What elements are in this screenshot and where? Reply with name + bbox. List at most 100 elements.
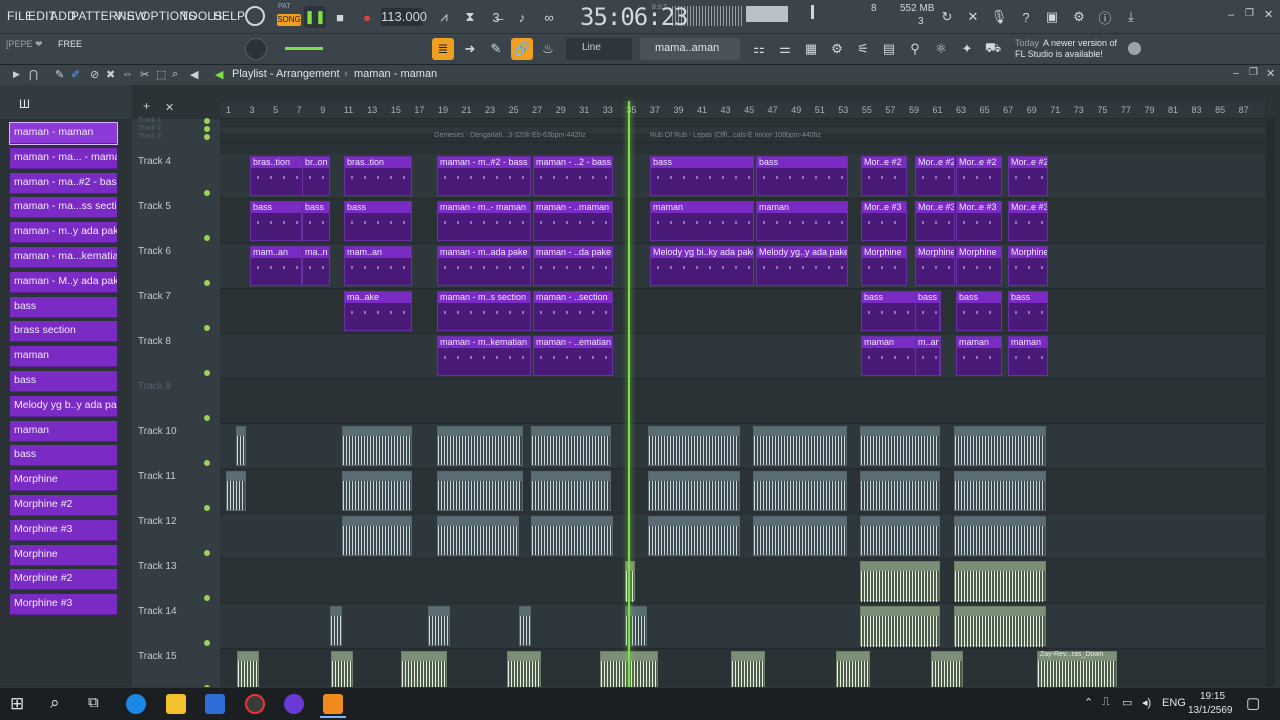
notification-icon[interactable]: ▢ <box>1246 694 1260 712</box>
pattern-clip[interactable]: Mor..e #2 <box>1008 156 1048 196</box>
audio-clip[interactable] <box>331 651 353 687</box>
shop-icon[interactable]: ⛟ <box>982 38 1004 60</box>
picker-item[interactable]: Melody yg b..y ada pake <box>10 395 117 417</box>
pattern-selector[interactable]: mama..aman <box>640 38 740 60</box>
pattern-clip[interactable]: Morphine <box>1008 246 1048 286</box>
audio-clip[interactable] <box>507 651 541 687</box>
pattern-clip[interactable]: m..an <box>915 336 940 376</box>
picker-item[interactable]: maman - ma..#2 - bass <box>10 172 117 194</box>
master-pitch-slider[interactable] <box>285 47 323 50</box>
audio-clip-label[interactable]: Gemeses - Dengarlah...3-320k-Eb-63bpm-44… <box>434 132 586 139</box>
track-lane[interactable] <box>220 379 1265 424</box>
audio-clip[interactable] <box>954 606 1046 647</box>
track-lane[interactable] <box>220 119 1265 127</box>
file-explorer-icon[interactable] <box>166 694 186 714</box>
pattern-clip[interactable]: Morphine <box>861 246 907 286</box>
audio-clip[interactable] <box>860 516 940 556</box>
audio-clip-label[interactable]: Rub Of Rub - Lepas (Offi...cals-E minor-… <box>650 132 821 139</box>
audio-clip[interactable] <box>954 561 1046 602</box>
pattern-clip[interactable]: bass <box>302 201 330 241</box>
search-icon[interactable]: ⌕ <box>50 693 60 713</box>
edison-icon[interactable]: ✦ <box>956 38 978 60</box>
playlist-toggle-icon[interactable]: ◀ <box>215 68 223 81</box>
pattern-clip[interactable]: maman - ..da pake <box>533 246 613 286</box>
magnet-icon[interactable]: ⋂ <box>29 68 38 81</box>
news-text[interactable]: A newer version of <box>1043 38 1117 48</box>
audio-clip[interactable] <box>860 561 940 602</box>
panic-icon[interactable]: ✕ <box>962 6 984 28</box>
track-mute-led[interactable] <box>204 595 210 601</box>
pencil-icon[interactable]: ✎ <box>55 68 64 81</box>
picker-item[interactable]: Morphine #3 <box>10 594 117 616</box>
vertical-scrollbar[interactable] <box>1266 119 1275 687</box>
audio-clip[interactable] <box>753 426 847 466</box>
track-name[interactable]: Track 11 <box>138 471 176 482</box>
pattern-clip[interactable]: bras..tion <box>344 156 412 196</box>
audio-clip[interactable] <box>342 471 412 511</box>
chrome-icon[interactable] <box>245 694 265 714</box>
audio-clip[interactable] <box>860 606 940 647</box>
clock-date[interactable]: 13/1/2569 <box>1188 705 1233 716</box>
tray-chevron-icon[interactable]: ⌃ <box>1084 696 1093 709</box>
pattern-clip[interactable]: bass <box>915 291 940 331</box>
playlist-menu-arrow-icon[interactable]: ▶ <box>13 69 20 80</box>
menu-help[interactable]: HELP <box>213 9 245 23</box>
piano-roll-icon[interactable]: ▦ <box>800 38 822 60</box>
paint-icon[interactable]: ✐ <box>71 68 80 81</box>
audio-clip[interactable] <box>226 471 246 511</box>
picker-item[interactable]: Morphine #2 <box>10 495 117 516</box>
pattern-clip[interactable]: ma..ake <box>344 291 412 331</box>
pattern-clip[interactable]: maman <box>1008 336 1048 376</box>
pattern-clip[interactable]: maman - ..ematian <box>533 336 613 376</box>
track-name[interactable]: Track 6 <box>138 246 171 257</box>
slice-icon[interactable]: ✂ <box>140 68 149 81</box>
pattern-clip[interactable]: maman <box>956 336 1002 376</box>
pattern-clip[interactable]: maman - ..2 - bass <box>533 156 613 196</box>
close-button[interactable]: ✕ <box>1264 8 1273 21</box>
pause-button[interactable]: ❚❚ <box>304 6 326 28</box>
add-track-icon[interactable]: + <box>143 99 150 113</box>
audio-clip[interactable] <box>237 651 259 687</box>
task-view-icon[interactable]: ⧉ <box>88 694 99 711</box>
picker-view-icon[interactable]: Ш <box>19 97 30 111</box>
plugin-picker-icon[interactable]: ⚟ <box>852 38 874 60</box>
track-name[interactable]: Track 7 <box>138 291 171 302</box>
pattern-clip[interactable]: maman - m..ada pake <box>437 246 531 286</box>
audio-clip[interactable] <box>437 471 523 511</box>
snap-select[interactable]: Line <box>566 38 632 60</box>
audio-clip[interactable] <box>437 516 519 556</box>
track-name[interactable]: Track 14 <box>138 606 177 617</box>
pattern-clip[interactable]: mam..an <box>250 246 302 286</box>
volume-icon[interactable]: ◂) <box>1142 696 1151 709</box>
pattern-clip[interactable]: maman - m..kematian <box>437 336 531 376</box>
playback-icon[interactable]: ◀ <box>190 68 198 81</box>
channel-rack-icon[interactable]: ⚌ <box>774 38 796 60</box>
record-audio-icon[interactable]: ⚛ <box>930 38 952 60</box>
playlist-restore-button[interactable]: ❐ <box>1249 67 1258 78</box>
pattern-clip[interactable]: Mor..e #2 <box>956 156 1002 196</box>
picker-item[interactable]: maman - maman <box>9 122 118 145</box>
track-name[interactable]: Track 9 <box>138 381 171 392</box>
track-name[interactable]: Track 8 <box>138 336 171 347</box>
track-mute-led[interactable] <box>204 640 210 646</box>
edge-icon[interactable] <box>126 694 146 714</box>
track-lane[interactable] <box>220 559 1265 604</box>
browser-icon[interactable]: ⚙ <box>826 38 848 60</box>
store-icon[interactable] <box>205 694 225 714</box>
audio-clip[interactable] <box>531 516 613 556</box>
app-icon[interactable] <box>284 694 304 714</box>
pattern-clip[interactable]: bass <box>756 156 848 196</box>
track-mute-led[interactable] <box>204 118 210 124</box>
draw-tool-icon[interactable]: ✎ <box>485 38 507 60</box>
pattern-clip[interactable]: maman - m..#2 - bass <box>437 156 531 196</box>
picker-item[interactable]: Morphine <box>10 470 117 492</box>
pattern-clip[interactable]: maman - ..maman <box>533 201 613 241</box>
playlist-view-icon[interactable]: ≣ <box>432 38 454 60</box>
metronome-icon[interactable]: ⩘ <box>433 6 455 28</box>
audio-clip-label[interactable]: Zay-Rev...ras_Down <box>1040 651 1103 658</box>
fl-studio-icon[interactable] <box>323 694 343 714</box>
pattern-clip[interactable]: br..on <box>302 156 330 196</box>
clock-time[interactable]: 19:15 <box>1200 691 1225 702</box>
picker-item[interactable]: brass section <box>10 321 117 343</box>
tempo-display[interactable]: 113.000 <box>381 8 427 26</box>
